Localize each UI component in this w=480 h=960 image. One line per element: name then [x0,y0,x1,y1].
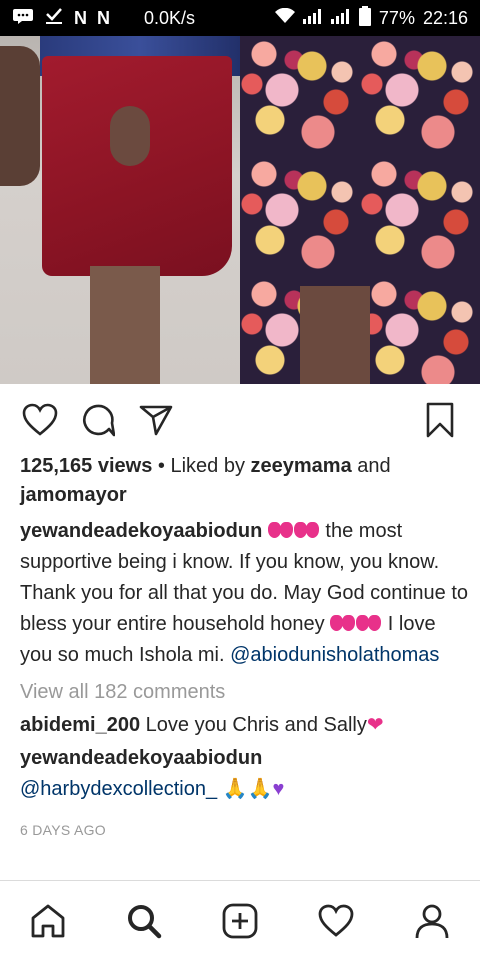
kiss-emoji-icon [267,521,294,539]
battery-percent: 77% [378,7,415,28]
n-icon: N [74,7,87,28]
comment-icon[interactable] [78,400,118,440]
liked-by-user[interactable]: zeeymama [251,455,352,477]
download-done-icon [44,7,64,30]
clock: 22:16 [422,7,468,28]
person-arm [0,46,40,186]
praying-hands-emoji-icon: 🙏🙏 [222,778,273,800]
activity-icon[interactable] [312,897,360,945]
search-icon[interactable] [120,897,168,945]
view-count[interactable]: 125,165 views [20,455,152,477]
comment-item: abidemi_200 Love you Chris and Sally❤ [20,710,470,741]
liked-by-prefix: • Liked by [157,455,245,477]
post-details: 125,165 views • Liked by zeeymama and ja… [20,452,470,846]
liked-by-other[interactable]: jamomayor [20,484,127,506]
bookmark-icon[interactable] [420,400,460,440]
status-bar: N N 0.0K/s 77% 22:16 [0,0,480,36]
kiss-emoji-icon [356,614,382,632]
network-speed: 0.0K/s [144,7,196,28]
battery-icon [358,5,371,31]
post-caption: yewandeadekoyaabiodun the most supportiv… [20,516,470,671]
notification-icon [12,8,34,29]
heart-emoji-icon: ❤ [366,714,384,736]
post-actions [0,398,480,442]
wifi-icon [274,7,295,29]
comment-text: Love you Chris and Sally [145,714,367,736]
kiss-emoji-icon [330,614,356,632]
bottom-navigation [0,880,480,960]
comment-username[interactable]: abidemi_200 [20,714,140,736]
kiss-emoji-icon [293,521,320,539]
caption-mention[interactable]: @abiodunisholathomas [230,644,439,666]
liked-by-and: and [357,455,391,477]
likes-line: 125,165 views • Liked by zeeymama and ja… [20,452,470,510]
add-post-icon[interactable] [216,897,264,945]
signal-icon [330,8,351,29]
profile-icon[interactable] [408,897,456,945]
heart-icon[interactable] [20,400,60,440]
n-icon: N [97,7,110,28]
person-hand [110,106,150,166]
home-icon[interactable] [24,897,72,945]
post-video[interactable] [0,36,480,384]
share-icon[interactable] [136,400,176,440]
signal-icon [302,8,323,29]
red-shorts [42,56,232,276]
comment-username[interactable]: yewandeadekoyaabiodun [20,743,470,774]
person-leg [90,266,160,384]
view-all-comments-link[interactable]: View all 182 comments [20,677,470,708]
comment-mention[interactable]: @harbydexcollection_ [20,778,217,800]
person-leg [300,286,370,384]
caption-username[interactable]: yewandeadekoyaabiodun [20,520,262,542]
comment-item: yewandeadekoyaabiodun @harbydexcollectio… [20,743,470,805]
purple-heart-emoji-icon: ♥ [272,778,285,800]
post-timestamp: 6 DAYS AGO [20,822,106,838]
